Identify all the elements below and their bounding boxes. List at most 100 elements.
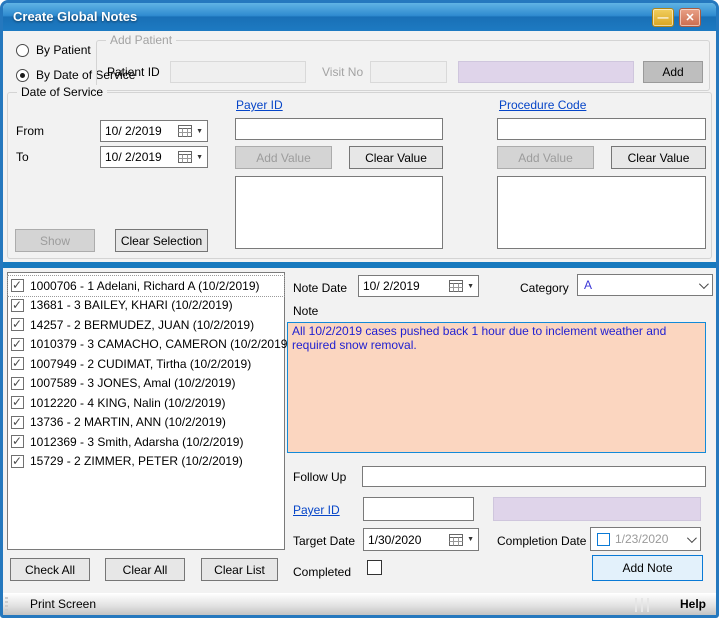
completed-label: Completed: [293, 565, 351, 579]
patient-checked-list[interactable]: 1000706 - 1 Adelani, Richard A (10/2/201…: [7, 272, 285, 550]
checked-checkbox-icon[interactable]: [11, 435, 24, 448]
payer-id-filter-input[interactable]: [235, 118, 443, 140]
completion-date-value: 1/23/2020: [615, 532, 682, 546]
procedure-code-filter-input[interactable]: [497, 118, 706, 140]
checked-checkbox-icon[interactable]: [11, 377, 24, 390]
patient-list-item[interactable]: 1012369 - 3 Smith, Adarsha (10/2/2019): [8, 432, 284, 452]
date-of-service-group-label: Date of Service: [17, 85, 107, 99]
help-item[interactable]: Help: [680, 594, 706, 615]
payer-id-filter-link[interactable]: Payer ID: [236, 98, 283, 112]
note-textarea[interactable]: All 10/2/2019 cases pushed back 1 hour d…: [287, 322, 706, 453]
close-icon: ✕: [685, 11, 694, 24]
from-date-picker[interactable]: 10/ 2/2019 ▼: [100, 120, 208, 142]
payer-id-link[interactable]: Payer ID: [293, 503, 340, 517]
category-value: A: [584, 278, 694, 292]
completed-checkbox[interactable]: [367, 560, 382, 575]
chevron-down-icon: [699, 279, 709, 289]
show-button[interactable]: Show: [15, 229, 95, 252]
patient-list-item[interactable]: 1007589 - 3 JONES, Amal (10/2/2019): [8, 374, 284, 394]
patient-list-item[interactable]: 1007949 - 2 CUDIMAT, Tirtha (10/2/2019): [8, 354, 284, 374]
add-patient-group-label: Add Patient: [106, 33, 176, 47]
payer-name-display: [493, 497, 701, 521]
to-date-value: 10/ 2/2019: [105, 150, 174, 164]
chevron-down-icon[interactable]: ▼: [467, 536, 474, 543]
patient-list-item[interactable]: 13736 - 2 MARTIN, ANN (10/2/2019): [8, 413, 284, 433]
resize-grip-icon: [635, 598, 652, 612]
procedure-add-value-button[interactable]: Add Value: [497, 146, 594, 169]
note-label: Note: [293, 304, 318, 318]
radio-by-date-of-service[interactable]: [16, 69, 29, 82]
to-label: To: [16, 150, 29, 164]
minimize-button[interactable]: —: [652, 8, 674, 27]
patient-list-item[interactable]: 15729 - 2 ZIMMER, PETER (10/2/2019): [8, 452, 284, 472]
patient-list-item[interactable]: 13681 - 3 BAILEY, KHARI (10/2/2019): [8, 296, 284, 316]
minimize-icon: —: [658, 12, 669, 24]
target-date-label: Target Date: [293, 534, 355, 548]
section-divider: [3, 262, 716, 268]
note-date-value: 10/ 2/2019: [363, 279, 445, 293]
check-all-button[interactable]: Check All: [10, 558, 90, 581]
patient-id-input[interactable]: [170, 61, 306, 83]
close-button[interactable]: ✕: [679, 8, 701, 27]
chevron-down-icon[interactable]: ▼: [196, 154, 203, 161]
payer-id-listbox[interactable]: [235, 176, 443, 249]
to-date-picker[interactable]: 10/ 2/2019 ▼: [100, 146, 208, 168]
visit-no-input[interactable]: [370, 61, 447, 83]
completion-date-label: Completion Date: [497, 534, 586, 548]
window-title: Create Global Notes: [13, 3, 137, 31]
visit-no-label: Visit No: [322, 65, 363, 79]
from-date-value: 10/ 2/2019: [105, 124, 174, 138]
add-note-button[interactable]: Add Note: [592, 555, 703, 581]
clear-list-button[interactable]: Clear List: [201, 558, 278, 581]
patient-name-display: [458, 61, 634, 83]
patient-label: 1000706 - 1 Adelani, Richard A (10/2/201…: [30, 279, 260, 293]
calendar-icon[interactable]: [178, 125, 192, 137]
gripper-icon: [5, 597, 8, 613]
clear-all-button[interactable]: Clear All: [105, 558, 185, 581]
radio-by-patient-label[interactable]: By Patient: [36, 43, 91, 57]
from-label: From: [16, 124, 44, 138]
payer-id-input[interactable]: [363, 497, 474, 521]
radio-by-patient[interactable]: [16, 44, 29, 57]
payer-add-value-button[interactable]: Add Value: [235, 146, 332, 169]
patient-label: 1012220 - 4 KING, Nalin (10/2/2019): [30, 396, 225, 410]
note-date-label: Note Date: [293, 281, 347, 295]
clear-selection-button[interactable]: Clear Selection: [115, 229, 208, 252]
payer-clear-value-button[interactable]: Clear Value: [349, 146, 443, 169]
calendar-icon[interactable]: [178, 151, 192, 163]
add-patient-button[interactable]: Add: [643, 61, 703, 83]
patient-label: 13736 - 2 MARTIN, ANN (10/2/2019): [30, 415, 226, 429]
calendar-icon[interactable]: [449, 280, 463, 292]
target-date-picker[interactable]: 1/30/2020 ▼: [363, 528, 479, 551]
title-bar[interactable]: Create Global Notes — ✕: [3, 3, 716, 31]
checked-checkbox-icon[interactable]: [11, 279, 24, 292]
patient-list-item[interactable]: 1010379 - 3 CAMACHO, CAMERON (10/2/2019): [8, 335, 284, 355]
checked-checkbox-icon[interactable]: [11, 338, 24, 351]
procedure-code-filter-link[interactable]: Procedure Code: [499, 98, 586, 112]
chevron-down-icon[interactable]: ▼: [196, 128, 203, 135]
checked-checkbox-icon[interactable]: [11, 396, 24, 409]
procedure-code-listbox[interactable]: [497, 176, 706, 249]
chevron-down-icon: [687, 533, 697, 543]
checked-checkbox-icon[interactable]: [11, 455, 24, 468]
checked-checkbox-icon[interactable]: [11, 318, 24, 331]
category-label: Category: [520, 281, 569, 295]
patient-label: 1012369 - 3 Smith, Adarsha (10/2/2019): [30, 435, 243, 449]
chevron-down-icon[interactable]: ▼: [467, 283, 474, 290]
target-date-value: 1/30/2020: [368, 533, 445, 547]
procedure-clear-value-button[interactable]: Clear Value: [611, 146, 706, 169]
print-screen-item[interactable]: Print Screen: [30, 594, 96, 615]
follow-up-input[interactable]: [362, 466, 706, 487]
completion-date-checkbox[interactable]: [597, 533, 610, 546]
checked-checkbox-icon[interactable]: [11, 416, 24, 429]
patient-list-item[interactable]: 14257 - 2 BERMUDEZ, JUAN (10/2/2019): [8, 315, 284, 335]
patient-label: 1010379 - 3 CAMACHO, CAMERON (10/2/2019): [30, 337, 291, 351]
calendar-icon[interactable]: [449, 534, 463, 546]
patient-list-item[interactable]: 1012220 - 4 KING, Nalin (10/2/2019): [8, 393, 284, 413]
patient-list-item[interactable]: 1000706 - 1 Adelani, Richard A (10/2/201…: [8, 276, 284, 296]
completion-date-picker[interactable]: 1/23/2020: [590, 527, 701, 551]
category-select[interactable]: A: [577, 274, 713, 296]
checked-checkbox-icon[interactable]: [11, 299, 24, 312]
checked-checkbox-icon[interactable]: [11, 357, 24, 370]
note-date-picker[interactable]: 10/ 2/2019 ▼: [358, 275, 479, 297]
